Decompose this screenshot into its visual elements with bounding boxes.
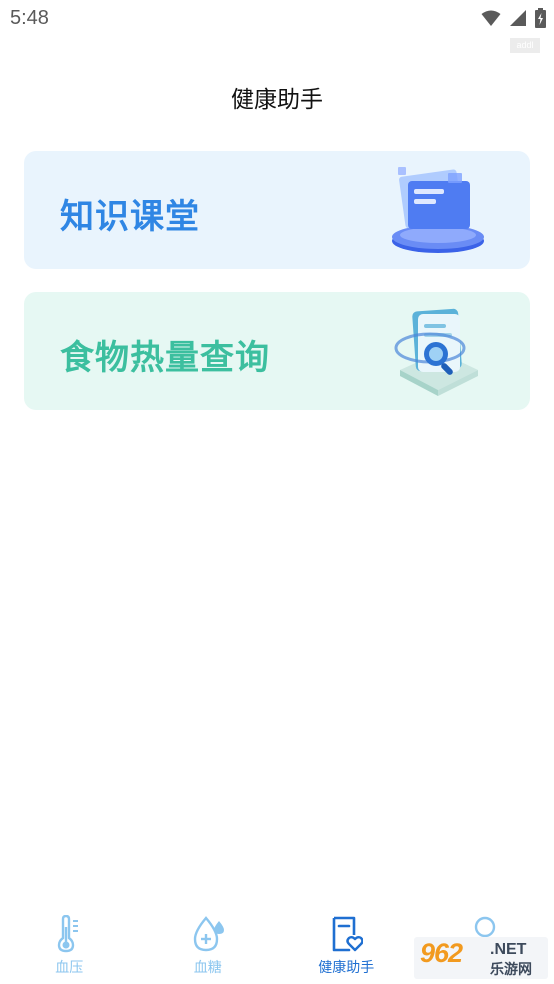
watermark-text: 乐游网 xyxy=(490,962,532,978)
tab-label: 健康助手 xyxy=(318,960,375,976)
watermark-number: 962 xyxy=(420,938,463,968)
status-bar: 5:48 addl xyxy=(0,0,554,53)
watermark-suffix: .NET xyxy=(490,941,527,958)
tab-blood-sugar[interactable]: 血糖 xyxy=(139,905,278,984)
health-doc-heart-icon xyxy=(332,916,364,952)
battery-charging-icon xyxy=(535,8,546,28)
tab-label: 血糖 xyxy=(193,960,222,976)
status-icons xyxy=(481,8,546,28)
document-search-3d-icon xyxy=(394,308,478,396)
wifi-icon xyxy=(481,10,501,26)
tab-blood-pressure[interactable]: 血压 xyxy=(0,905,139,984)
page-title: 健康助手 xyxy=(231,87,323,113)
drop-plus-icon xyxy=(193,916,224,952)
status-time: 5:48 xyxy=(10,7,49,29)
signal-icon xyxy=(510,10,526,26)
watermark-logo: 962 .NET 乐游网 xyxy=(414,937,548,979)
knowledge-class-card[interactable]: 知识课堂 xyxy=(24,151,530,269)
thermometer-icon xyxy=(58,915,79,953)
corner-tag: addl xyxy=(510,38,540,53)
food-calorie-card[interactable]: 食物热量查询 xyxy=(24,292,530,410)
knowledge-class-label: 知识课堂 xyxy=(60,197,200,237)
tab-health-assistant[interactable]: 健康助手 xyxy=(277,905,416,984)
tab-label: 血压 xyxy=(55,960,84,976)
folder-3d-icon xyxy=(392,167,484,253)
food-calorie-label: 食物热量查询 xyxy=(60,338,270,378)
